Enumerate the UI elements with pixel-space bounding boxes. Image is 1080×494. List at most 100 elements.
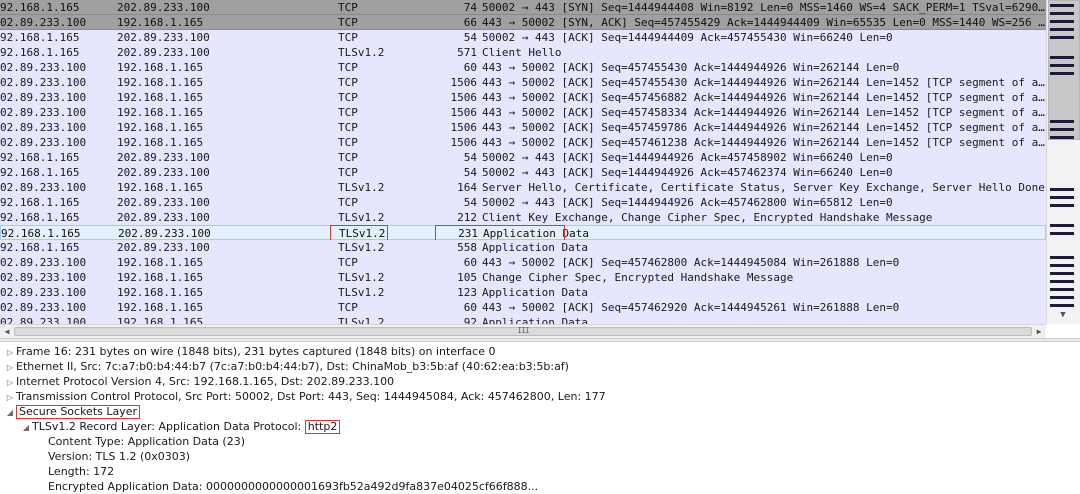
- tree-item-ip-label: Internet Protocol Version 4, Src: 192.16…: [16, 375, 395, 388]
- packet-protocol: TLSv1.2: [339, 227, 386, 240]
- packet-info: 443 → 50002 [ACK] Seq=457461238 Ack=1444…: [482, 136, 1046, 149]
- packet-row[interactable]: 02.89.233.100 192.168.1.165 TCP 1506 443 → 5…: [0, 75, 1046, 90]
- triangle-right-icon[interactable]: ▷: [4, 390, 16, 405]
- packet-destination: 192.168.1.165: [117, 181, 204, 194]
- triangle-right-icon[interactable]: ▷: [4, 375, 16, 390]
- tree-item-tcp[interactable]: ▷ Transmission Control Protocol, Src Port…: [4, 389, 606, 404]
- triangle-down-icon[interactable]: ◢: [20, 420, 32, 435]
- triangle-down-icon[interactable]: ◢: [4, 405, 16, 420]
- packet-info-cell: 60 443 → 50002 [ACK] Seq=457455430 Ack=14…: [434, 60, 1046, 75]
- packet-protocol: TLSv1.2: [338, 271, 385, 284]
- field-length-label: Length: 172: [48, 465, 115, 478]
- triangle-right-icon[interactable]: ▷: [4, 360, 16, 375]
- scrollbar-packet-marker: [1050, 56, 1074, 59]
- packet-info-cell: 60 443 → 50002 [ACK] Seq=457462800 Ack=14…: [434, 255, 1046, 270]
- tree-item-ethernet[interactable]: ▷ Ethernet II, Src: 7c:a7:b0:b4:44:b7 (7c…: [4, 359, 569, 374]
- packet-info: 50002 → 443 [SYN] Seq=1444944408 Win=819…: [482, 1, 1046, 14]
- scrollbar-packet-marker: [1050, 304, 1074, 307]
- packet-destination: 202.89.233.100: [117, 1, 210, 14]
- packet-info: 50002 → 443 [ACK] Seq=1444944409 Ack=457…: [482, 31, 893, 44]
- packet-protocol: TLSv1.2: [338, 211, 385, 224]
- packet-protocol: TCP: [338, 166, 358, 179]
- field-content-type-label: Content Type: Application Data (23): [48, 435, 246, 448]
- packet-destination: 192.168.1.165: [117, 301, 204, 314]
- packet-row[interactable]: 02.89.233.100 192.168.1.165 TLSv1.2 92 Appli…: [0, 315, 1046, 324]
- packet-row[interactable]: 92.168.1.165 202.89.233.100 TCP 54 50002 → 4…: [0, 195, 1046, 210]
- packet-row[interactable]: 02.89.233.100 192.168.1.165 TCP 1506 443 → 5…: [0, 105, 1046, 120]
- packet-row[interactable]: 92.168.1.165 202.89.233.100 TLSv1.2 231 Appl…: [0, 225, 1046, 241]
- packet-row[interactable]: 02.89.233.100 192.168.1.165 TCP 1506 443 → 5…: [0, 90, 1046, 105]
- tree-item-ip[interactable]: ▷ Internet Protocol Version 4, Src: 192.1…: [4, 374, 394, 389]
- packet-row[interactable]: 92.168.1.165 202.89.233.100 TLSv1.2 212 Clie…: [0, 210, 1046, 225]
- field-length[interactable]: Length: 172: [48, 464, 114, 479]
- packet-length: 105: [457, 271, 477, 284]
- scrollbar-packet-marker: [1050, 136, 1074, 139]
- scrollbar-packet-marker: [1050, 224, 1074, 227]
- packet-row[interactable]: 02.89.233.100 192.168.1.165 TCP 60 443 → 500…: [0, 300, 1046, 315]
- scrollbar-packet-marker: [1050, 280, 1074, 283]
- packet-row[interactable]: 02.89.233.100 192.168.1.165 TCP 60 443 → 500…: [0, 255, 1046, 270]
- packet-row[interactable]: 92.168.1.165 202.89.233.100 TLSv1.2 571 Clie…: [0, 45, 1046, 60]
- packet-list-pane: 92.168.1.165 202.89.233.100 TCP 74 50002 → 4…: [0, 0, 1080, 338]
- packet-info: 443 → 50002 [ACK] Seq=457459786 Ack=1444…: [482, 121, 1046, 134]
- field-encrypted-data[interactable]: Encrypted Application Data: 000000000000…: [48, 479, 538, 494]
- triangle-right-icon[interactable]: ▷: [4, 345, 16, 360]
- tree-item-frame[interactable]: ▷ Frame 16: 231 bytes on wire (1848 bits)…: [4, 344, 496, 359]
- packet-info: 443 → 50002 [ACK] Seq=457462800 Ack=1444…: [482, 256, 900, 269]
- scroll-right-arrow-icon[interactable]: ▶: [1034, 325, 1044, 338]
- packet-row[interactable]: 92.168.1.165 202.89.233.100 TCP 54 50002 → 4…: [0, 30, 1046, 45]
- packet-list-horizontal-scrollbar[interactable]: ◀ III ▶: [0, 324, 1046, 338]
- scrollbar-packet-marker: [1050, 288, 1074, 291]
- packet-info: 443 → 50002 [SYN, ACK] Seq=457455429 Ack…: [482, 16, 1046, 29]
- packet-length: 54: [463, 151, 477, 164]
- packet-protocol: TCP: [338, 256, 358, 269]
- packet-protocol: TLSv1.2: [338, 181, 385, 194]
- packet-row[interactable]: 02.89.233.100 192.168.1.165 TLSv1.2 164 Serv…: [0, 180, 1046, 195]
- tree-item-ssl-label: Secure Sockets Layer: [16, 405, 141, 419]
- packet-destination: 192.168.1.165: [117, 61, 204, 74]
- packet-destination: 202.89.233.100: [117, 166, 210, 179]
- packet-length: 92: [463, 316, 477, 324]
- packet-row[interactable]: 02.89.233.100 192.168.1.165 TCP 1506 443 → 5…: [0, 135, 1046, 150]
- packet-info: Application Data: [482, 286, 588, 299]
- packet-row[interactable]: 92.168.1.165 202.89.233.100 TLSv1.2 558 Appl…: [0, 240, 1046, 255]
- packet-destination: 192.168.1.165: [117, 136, 204, 149]
- packet-length: 1506: [450, 91, 478, 104]
- field-content-type[interactable]: Content Type: Application Data (23): [48, 434, 245, 449]
- packet-list-vertical-scrollbar[interactable]: [1046, 0, 1080, 324]
- horizontal-scroll-thumb[interactable]: III: [14, 326, 1032, 336]
- scrollbar-packet-marker: [1050, 232, 1074, 235]
- packet-protocol: TLSv1.2: [338, 316, 385, 324]
- packet-source: 02.89.233.100: [0, 91, 87, 104]
- field-version[interactable]: Version: TLS 1.2 (0x0303): [48, 449, 190, 464]
- packet-info-cell: 74 50002 → 443 [SYN] Seq=1444944408 Win=8…: [434, 0, 1046, 15]
- packet-destination: 192.168.1.165: [117, 271, 204, 284]
- scroll-down-arrow-icon[interactable]: ▼: [1048, 308, 1078, 322]
- packet-info: Client Key Exchange, Change Cipher Spec,…: [482, 211, 933, 224]
- packet-row[interactable]: 02.89.233.100 192.168.1.165 TCP 66 443 → 500…: [0, 15, 1046, 30]
- scroll-left-arrow-icon[interactable]: ◀: [2, 325, 12, 338]
- tree-item-tls-record[interactable]: ◢ TLSv1.2 Record Layer: Application Data …: [20, 419, 341, 435]
- packet-info-cell: 54 50002 → 443 [ACK] Seq=1444944926 Ack=4…: [434, 150, 1046, 165]
- packet-destination: 202.89.233.100: [117, 151, 210, 164]
- field-version-label: Version: TLS 1.2 (0x0303): [48, 450, 191, 463]
- packet-info: 50002 → 443 [ACK] Seq=1444944926 Ack=457…: [482, 166, 893, 179]
- packet-row[interactable]: 92.168.1.165 202.89.233.100 TCP 54 50002 → 4…: [0, 150, 1046, 165]
- tree-item-ssl[interactable]: ◢ Secure Sockets Layer: [4, 404, 141, 420]
- scrollbar-packet-marker: [1050, 28, 1074, 31]
- scrollbar-packet-marker: [1050, 264, 1074, 267]
- packet-info-cell: 66 443 → 50002 [SYN, ACK] Seq=457455429 A…: [434, 15, 1046, 30]
- packet-source: 92.168.1.165: [0, 31, 80, 44]
- scrollbar-packet-marker: [1050, 256, 1074, 259]
- packet-info: 443 → 50002 [ACK] Seq=457462920 Ack=1444…: [482, 301, 900, 314]
- packet-row[interactable]: 92.168.1.165 202.89.233.100 TCP 54 50002 → 4…: [0, 165, 1046, 180]
- packet-row[interactable]: 02.89.233.100 192.168.1.165 TLSv1.2 105 Chan…: [0, 270, 1046, 285]
- packet-length: 1506: [450, 106, 478, 119]
- packet-protocol: TCP: [338, 16, 358, 29]
- packet-destination: 192.168.1.165: [117, 286, 204, 299]
- packet-row[interactable]: 92.168.1.165 202.89.233.100 TCP 74 50002 → 4…: [0, 0, 1046, 15]
- packet-row[interactable]: 02.89.233.100 192.168.1.165 TLSv1.2 123 Appl…: [0, 285, 1046, 300]
- packet-row[interactable]: 02.89.233.100 192.168.1.165 TCP 60 443 → 500…: [0, 60, 1046, 75]
- packet-destination: 192.168.1.165: [117, 256, 204, 269]
- packet-row[interactable]: 02.89.233.100 192.168.1.165 TCP 1506 443 → 5…: [0, 120, 1046, 135]
